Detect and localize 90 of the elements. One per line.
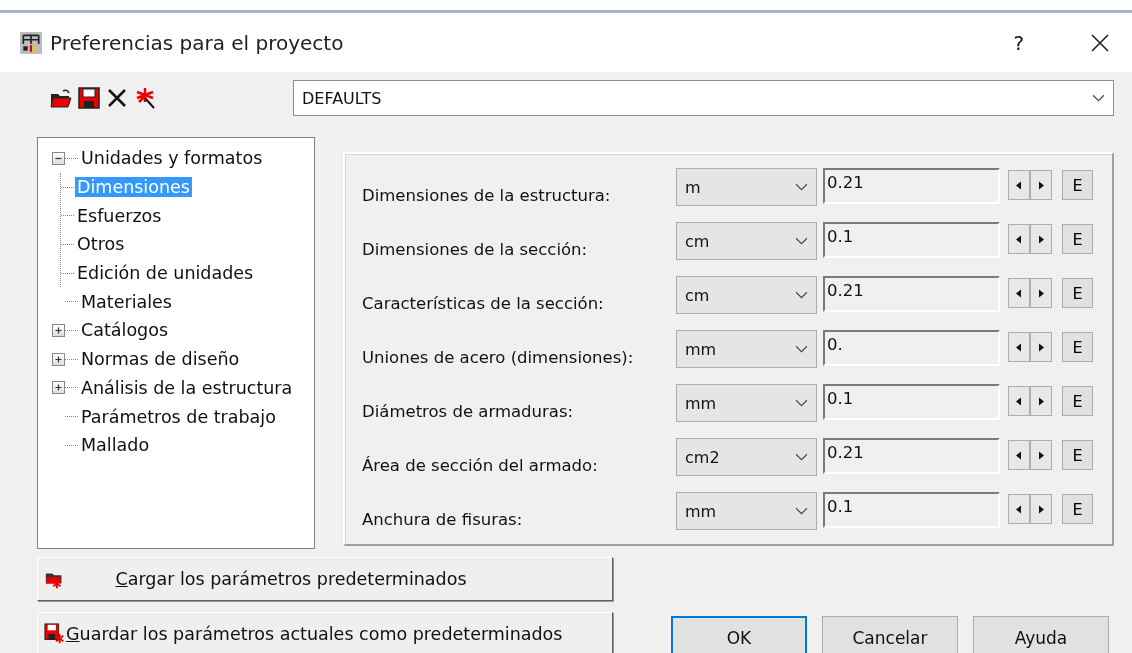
unit-dropdown[interactable]: cm xyxy=(676,222,817,260)
right-triangle-icon xyxy=(1038,342,1044,352)
tree-item[interactable]: Análisis de la estructura xyxy=(79,377,295,398)
left-triangle-icon xyxy=(1016,342,1022,352)
left-triangle-icon xyxy=(1016,288,1022,298)
dialog-button[interactable]: Cancelar xyxy=(822,616,958,653)
right-triangle-icon xyxy=(1038,180,1044,190)
help-button[interactable]: ? xyxy=(1013,30,1024,55)
chevron-down-icon xyxy=(795,398,808,408)
value-field[interactable]: 0.1 xyxy=(823,222,1000,258)
value-field[interactable]: 0. xyxy=(823,330,1000,366)
app-icon xyxy=(20,31,42,54)
unit-dropdown[interactable]: mm xyxy=(676,384,817,422)
decrease-button[interactable] xyxy=(1008,332,1030,362)
edit-button[interactable]: E xyxy=(1062,332,1093,362)
tree-item[interactable]: Edición de unidades xyxy=(75,263,256,284)
tree-item[interactable]: Esfuerzos xyxy=(75,205,164,226)
unit-dropdown[interactable]: mm xyxy=(676,330,817,368)
decrease-button[interactable] xyxy=(1008,440,1030,470)
field-label: Uniones de acero (dimensiones): xyxy=(362,347,635,367)
dialog-button[interactable]: OK xyxy=(671,616,807,653)
left-triangle-icon xyxy=(1016,180,1022,190)
right-triangle-icon xyxy=(1038,234,1044,244)
unit-dropdown[interactable]: mm xyxy=(676,492,817,530)
decrease-button[interactable] xyxy=(1008,494,1030,524)
value-field[interactable]: 0.1 xyxy=(823,492,1000,528)
increase-button[interactable] xyxy=(1030,440,1052,470)
left-triangle-icon xyxy=(1016,234,1022,244)
right-triangle-icon xyxy=(1038,396,1044,406)
tree-item[interactable]: Materiales xyxy=(79,291,174,312)
edit-button[interactable]: E xyxy=(1062,386,1093,416)
field-label: Dimensiones de la estructura: xyxy=(362,185,612,205)
unit-dropdown[interactable]: cm xyxy=(676,276,817,314)
field-label: Anchura de fisuras: xyxy=(362,509,524,529)
field-label: Diámetros de armaduras: xyxy=(362,401,575,421)
collapse-icon[interactable] xyxy=(52,151,65,165)
value-field[interactable]: 0.21 xyxy=(823,168,1000,204)
profile-dropdown[interactable]: DEFAULTS xyxy=(293,80,1114,116)
increase-button[interactable] xyxy=(1030,224,1052,254)
chevron-down-icon xyxy=(795,452,808,462)
tree-item[interactable]: Parámetros de trabajo xyxy=(79,406,278,427)
unit-dropdown[interactable]: m xyxy=(676,168,817,206)
left-triangle-icon xyxy=(1016,396,1022,406)
edit-button[interactable]: E xyxy=(1062,224,1093,254)
decrease-button[interactable] xyxy=(1008,170,1030,200)
decrease-button[interactable] xyxy=(1008,224,1030,254)
increase-button[interactable] xyxy=(1030,278,1052,308)
value-field[interactable]: 0.21 xyxy=(823,276,1000,312)
window-title: Preferencias para el proyecto xyxy=(50,30,344,55)
save-icon[interactable] xyxy=(77,86,101,110)
dialog-button[interactable]: Ayuda xyxy=(973,616,1109,653)
field-label: Área de sección del armado: xyxy=(362,455,599,475)
edit-button[interactable]: E xyxy=(1062,494,1093,524)
left-triangle-icon xyxy=(1016,450,1022,460)
right-triangle-icon xyxy=(1038,288,1044,298)
save-defaults-button[interactable]: Guardar los parámetros actuales como predeterminados xyxy=(37,612,613,653)
chevron-down-icon xyxy=(795,344,808,354)
close-icon[interactable] xyxy=(1090,32,1110,53)
edit-button[interactable]: E xyxy=(1062,440,1093,470)
field-label: Dimensiones de la sección: xyxy=(362,239,589,259)
chevron-down-icon xyxy=(795,290,808,300)
right-triangle-icon xyxy=(1038,504,1044,514)
tree-item[interactable]: Catálogos xyxy=(79,320,171,341)
disk-star-icon xyxy=(44,623,66,645)
increase-button[interactable] xyxy=(1030,386,1052,416)
tree-item[interactable]: Unidades y formatos xyxy=(79,148,265,169)
increase-button[interactable] xyxy=(1030,494,1052,524)
tree-item[interactable]: Otros xyxy=(75,234,127,255)
expand-icon[interactable] xyxy=(52,352,65,366)
field-label: Características de la sección: xyxy=(362,293,605,313)
chevron-down-icon xyxy=(795,236,808,246)
edit-button[interactable]: E xyxy=(1062,170,1093,200)
value-field[interactable]: 0.1 xyxy=(823,384,1000,420)
expand-icon[interactable] xyxy=(52,323,65,337)
value-field[interactable]: 0.21 xyxy=(823,438,1000,474)
left-triangle-icon xyxy=(1016,504,1022,514)
load-defaults-button[interactable]: Cargar los parámetros predeterminados xyxy=(37,557,613,601)
decrease-button[interactable] xyxy=(1008,386,1030,416)
tree-item[interactable]: Mallado xyxy=(79,435,152,456)
chevron-down-icon xyxy=(1092,93,1105,103)
increase-button[interactable] xyxy=(1030,170,1052,200)
edit-button[interactable]: E xyxy=(1062,278,1093,308)
decrease-button[interactable] xyxy=(1008,278,1030,308)
increase-button[interactable] xyxy=(1030,332,1052,362)
unit-dropdown[interactable]: cm2 xyxy=(676,438,817,476)
chevron-down-icon xyxy=(795,182,808,192)
chevron-down-icon xyxy=(795,506,808,516)
tree-item[interactable]: Normas de diseño xyxy=(79,349,242,370)
expand-icon[interactable] xyxy=(52,381,65,395)
right-triangle-icon xyxy=(1038,450,1044,460)
